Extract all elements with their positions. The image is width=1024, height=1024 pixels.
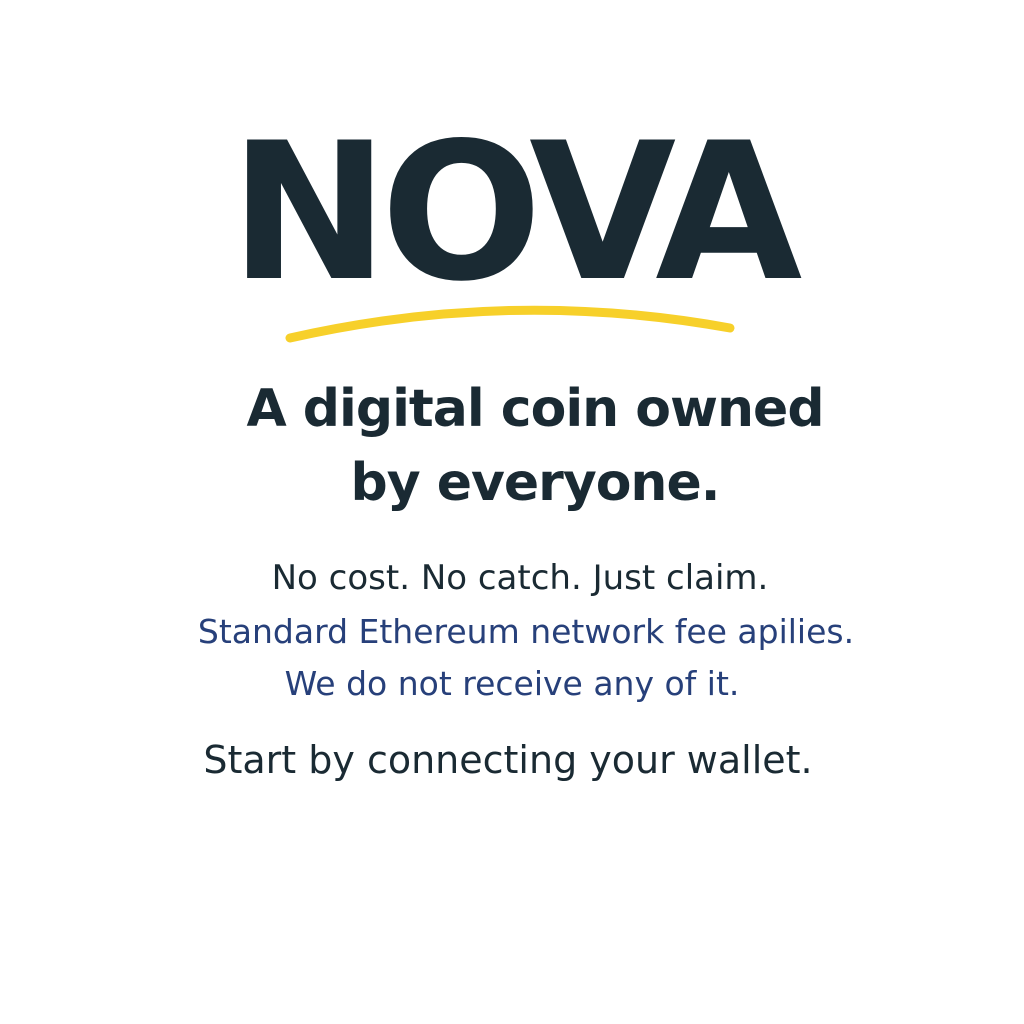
headline-line-2: by everyone. — [350, 453, 721, 513]
brand-logo: NOVA — [229, 102, 803, 323]
fee-note-line-1: Standard Ethereum network fee apilies. — [197, 612, 855, 651]
headline: A digital coin owned by everyone. — [0, 372, 1024, 520]
headline-line-1: A digital coin owned — [246, 379, 824, 439]
fee-note-line-2: We do not receive any of it. — [284, 664, 740, 703]
yellow-underline-swoosh — [285, 305, 735, 343]
cta-text: Start by connecting your wallet. — [203, 738, 813, 782]
tagline: No cost. No catch. Just claim. — [271, 558, 769, 598]
